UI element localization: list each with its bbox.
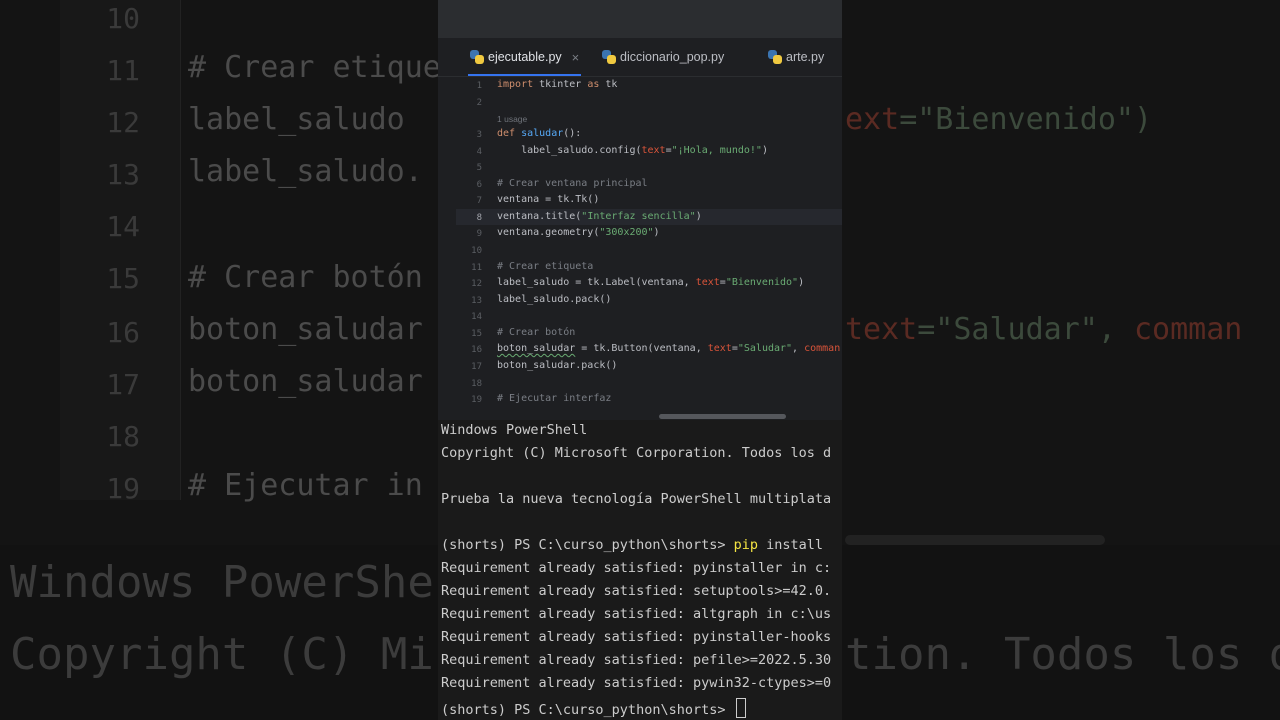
text-cursor: [735, 698, 746, 718]
line-number: 18: [471, 379, 482, 389]
terminal-line: Prueba la nueva tecnología PowerShell mu…: [441, 491, 832, 507]
bg-line-number: 14: [106, 210, 140, 243]
line-number: 10: [471, 246, 482, 256]
code-line: label_saludo.pack(): [497, 294, 612, 305]
line-number: 12: [471, 279, 482, 289]
line-number: 15: [471, 329, 482, 339]
line-number: 4: [476, 147, 482, 157]
python-file-icon: [470, 50, 484, 64]
terminal-line: Requirement already satisfied: pyinstall…: [441, 629, 832, 645]
line-number: 19: [471, 395, 482, 405]
code-line: ventana.title("Interfaz sencilla"): [497, 211, 702, 222]
terminal-line: Requirement already satisfied: pyinstall…: [441, 560, 832, 576]
bg-terminal-line: tion. Todos los d: [845, 629, 1280, 680]
tab-label: diccionario_pop.py: [620, 50, 725, 64]
editor-tabs: ejecutable.py × diccionario_pop.py arte.…: [438, 38, 842, 77]
tab-arte[interactable]: arte.py: [768, 38, 824, 76]
bg-line-number: 13: [106, 158, 140, 191]
bg-line-number: 16: [106, 316, 140, 349]
python-file-icon: [768, 50, 782, 64]
title-bar: [438, 0, 842, 38]
tab-label: arte.py: [786, 50, 825, 64]
code-line: boton_saludar = tk.Button(ventana, text=…: [497, 343, 841, 354]
terminal-line: Requirement already satisfied: altgraph …: [441, 606, 832, 622]
bg-code-line: # Crear etique: [188, 50, 441, 85]
bg-code-right: ext="Bienvenido"): [845, 102, 1153, 137]
python-file-icon: [602, 50, 616, 64]
line-number: 2: [476, 98, 482, 108]
bg-terminal-line: Copyright (C) Mi: [10, 629, 434, 680]
bg-line-number: 11: [106, 54, 140, 87]
code-comment: # Crear ventana principal: [497, 178, 648, 189]
terminal-line: Requirement already satisfied: pywin32-c…: [441, 675, 832, 691]
bg-line-number: 15: [106, 262, 140, 295]
bg-code-right: text="Saludar", comman: [845, 312, 1243, 347]
horizontal-scrollbar[interactable]: [659, 414, 786, 419]
ide-window: ejecutable.py × diccionario_pop.py arte.…: [438, 0, 842, 720]
terminal-line: Windows PowerShell: [441, 422, 588, 438]
code-line: label_saludo.config(text="¡Hola, mundo!"…: [497, 145, 768, 156]
code-line: import tkinter as tk: [497, 79, 618, 90]
code-line: def saludar():: [497, 128, 582, 139]
bg-code-line: label_saludo.: [188, 154, 423, 189]
bg-line-number: 19: [106, 472, 140, 505]
line-number: 3: [476, 130, 482, 140]
bg-code-line: boton_saludar: [188, 364, 423, 399]
bg-code-line: # Crear botón: [188, 260, 423, 295]
code-line: label_saludo = tk.Label(ventana, text="B…: [497, 277, 805, 288]
code-line: boton_saludar.pack(): [497, 360, 618, 371]
bg-code-line: boton_saludar: [188, 312, 423, 347]
tab-diccionario-pop[interactable]: diccionario_pop.py: [602, 38, 724, 76]
code-comment: # Crear etiqueta: [497, 261, 594, 272]
bg-scrollbar: [845, 535, 1105, 545]
terminal-line: Requirement already satisfied: setuptool…: [441, 583, 832, 599]
terminal-prompt[interactable]: (shorts) PS C:\curso_python\shorts>: [441, 698, 746, 718]
bg-line-number: 17: [106, 368, 140, 401]
terminal-line: Requirement already satisfied: pefile>=2…: [441, 652, 832, 668]
line-number: 14: [471, 312, 482, 322]
line-number: 16: [471, 345, 482, 355]
usage-hint[interactable]: 1 usage: [497, 114, 527, 124]
terminal-panel[interactable]: Windows PowerShell Copyright (C) Microso…: [438, 420, 842, 720]
line-number: 17: [471, 362, 482, 372]
bg-terminal-line: Windows PowerShe: [10, 557, 434, 608]
tab-label: ejecutable.py: [488, 50, 562, 64]
code-line: ventana.geometry("300x200"): [497, 227, 660, 238]
code-line: ventana = tk.Tk(): [497, 194, 600, 205]
line-number: 8: [476, 213, 482, 223]
tab-ejecutable[interactable]: ejecutable.py ×: [468, 38, 582, 76]
line-gutter: 1 2 3 4 5 6 7 8 9 10 11 12 13 14 15 16 1…: [456, 77, 482, 405]
bg-line-number: 10: [106, 2, 140, 35]
bg-line-number: 12: [106, 106, 140, 139]
code-editor[interactable]: 1 2 3 4 5 6 7 8 9 10 11 12 13 14 15 16 1…: [438, 77, 842, 405]
close-icon[interactable]: ×: [572, 50, 580, 65]
terminal-line: Copyright (C) Microsoft Corporation. Tod…: [441, 445, 832, 461]
bg-code-line: label_saludo: [188, 102, 423, 137]
line-number: 5: [476, 163, 482, 173]
terminal-command-line: (shorts) PS C:\curso_python\shorts> pip …: [441, 537, 824, 553]
bg-line-number: 18: [106, 420, 140, 453]
line-number: 7: [476, 196, 482, 206]
line-number: 1: [476, 81, 482, 91]
line-number: 6: [476, 180, 482, 190]
code-comment: # Crear botón: [497, 327, 576, 338]
code-comment: # Ejecutar interfaz: [497, 393, 612, 404]
bg-code-line: # Ejecutar in: [188, 468, 423, 503]
line-number: 11: [471, 263, 482, 273]
line-number: 9: [476, 229, 482, 239]
line-number: 13: [471, 296, 482, 306]
